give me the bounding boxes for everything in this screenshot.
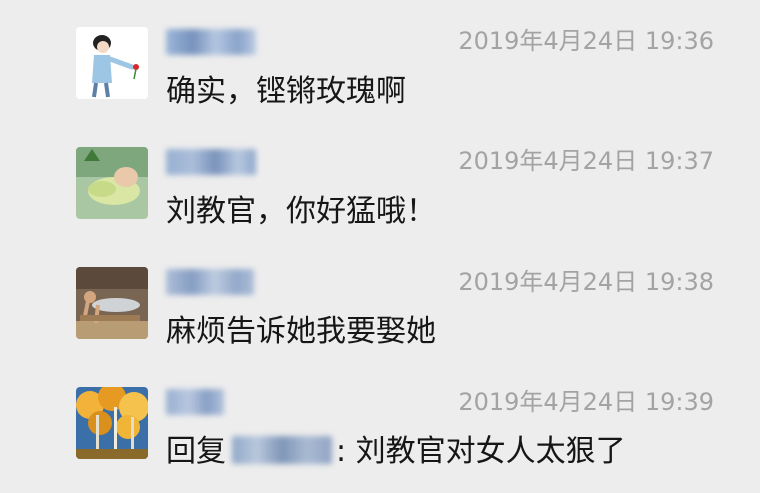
- avatar[interactable]: [76, 267, 148, 339]
- timestamp: 2019年4月24日 19:38: [458, 268, 714, 296]
- comment-text: 麻烦告诉她我要娶她: [166, 314, 436, 349]
- username-blurred[interactable]: [166, 389, 224, 415]
- avatar[interactable]: [76, 147, 148, 219]
- autumn-forest-photo-icon: [76, 387, 148, 459]
- sleeping-baby-photo-icon: [76, 147, 148, 219]
- comment-text: 刘教官，你好猛哦！: [166, 194, 436, 229]
- avatar[interactable]: [76, 27, 148, 99]
- comment-list: 2019年4月24日 19:36 确实，铿锵玫瑰啊 2019年4月24日 19:…: [0, 0, 760, 493]
- username-blurred[interactable]: [166, 29, 256, 55]
- avatar[interactable]: [76, 387, 148, 459]
- username-blurred[interactable]: [166, 269, 254, 295]
- comment-item: 2019年4月24日 19:37 刘教官，你好猛哦！: [0, 120, 760, 240]
- mentioned-username-blurred[interactable]: [232, 436, 332, 464]
- cartoon-boy-holding-rose-icon: [76, 27, 148, 99]
- comment-text: 确实，铿锵玫瑰啊: [166, 74, 406, 109]
- reply-text: : 刘教官对女人太狠了: [336, 434, 626, 469]
- comment-item: 2019年4月24日 19:36 确实，铿锵玫瑰啊: [0, 0, 760, 120]
- man-doing-pushup-photo-icon: [76, 267, 148, 339]
- comment-text: 回复 : 刘教官对女人太狠了: [166, 432, 626, 472]
- comment-item: 2019年4月24日 19:39 回复 : 刘教官对女人太狠了: [0, 360, 760, 480]
- comment-item: 2019年4月24日 19:38 麻烦告诉她我要娶她: [0, 240, 760, 360]
- timestamp: 2019年4月24日 19:36: [458, 27, 714, 55]
- username-blurred[interactable]: [166, 149, 256, 175]
- timestamp: 2019年4月24日 19:39: [458, 388, 714, 416]
- reply-prefix: 回复: [166, 434, 226, 469]
- timestamp: 2019年4月24日 19:37: [458, 147, 714, 175]
